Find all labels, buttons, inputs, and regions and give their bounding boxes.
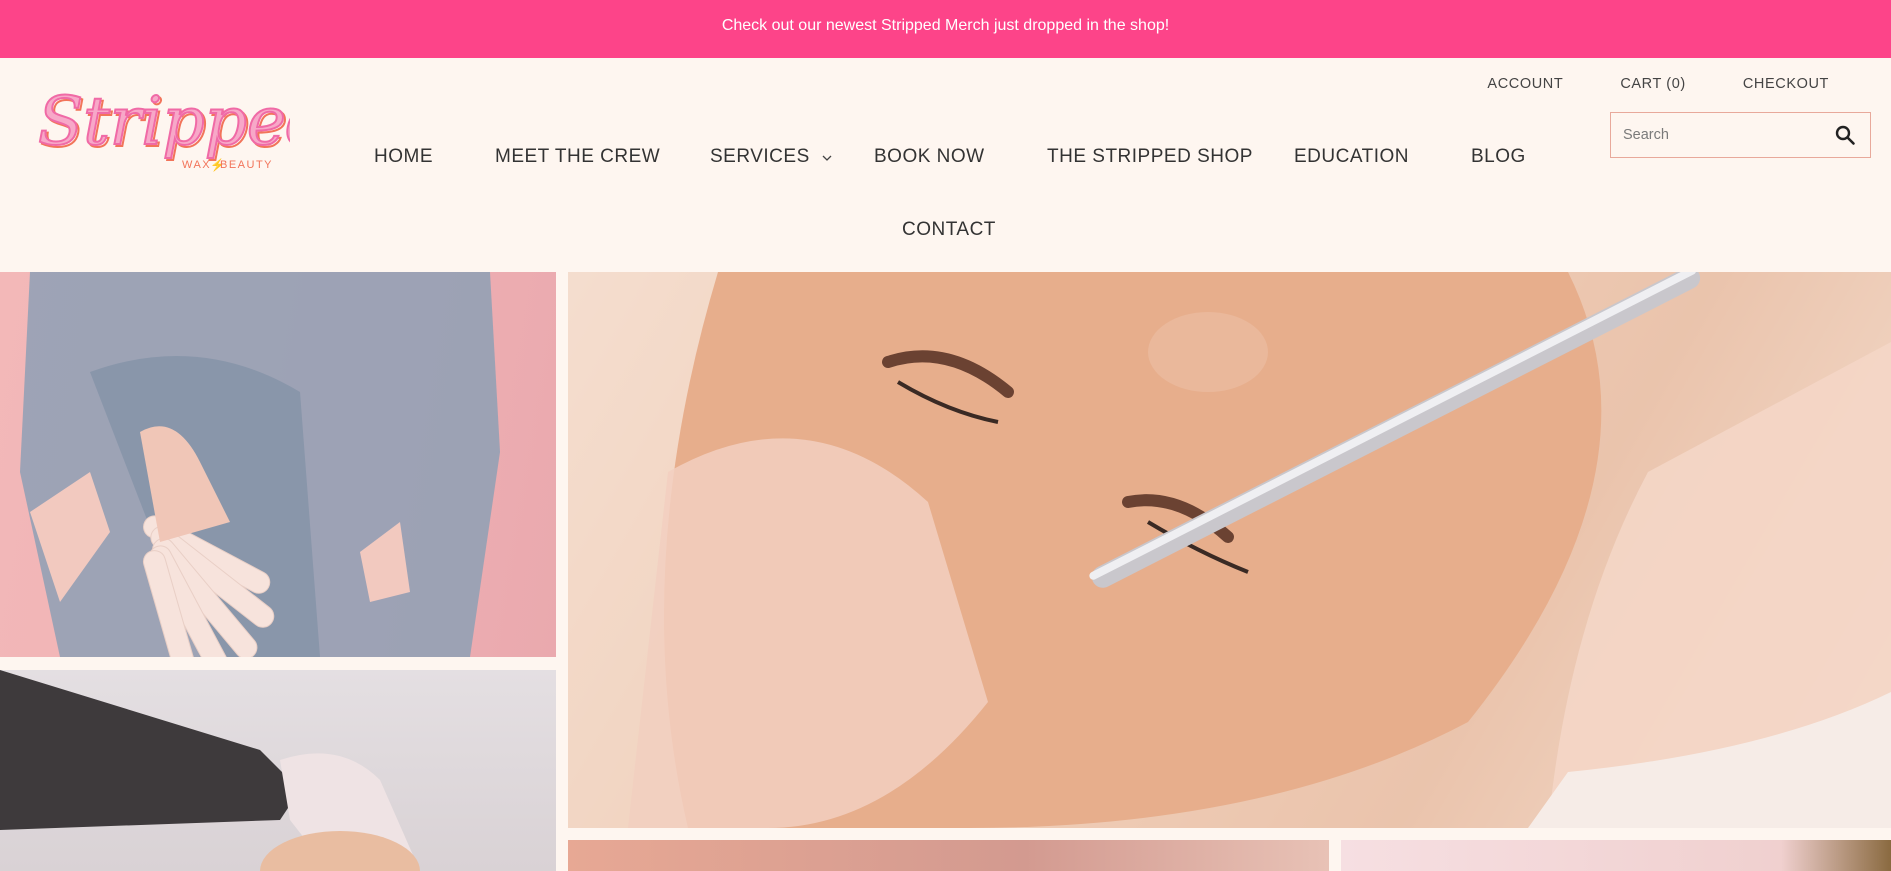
nav-education[interactable]: EDUCATION <box>1294 146 1409 168</box>
nav-contact[interactable]: CONTACT <box>902 219 996 241</box>
site-logo[interactable]: Stripped Stripped WAX ⚡ BEAUTY <box>34 80 331 188</box>
logo-tagline-beauty: BEAUTY <box>220 159 273 171</box>
account-link[interactable]: ACCOUNT <box>1487 76 1563 92</box>
cart-link[interactable]: CART (0) <box>1620 76 1686 92</box>
gallery-image-brow-treatment <box>568 272 1891 828</box>
nav-meet-the-crew[interactable]: MEET THE CREW <box>495 146 660 168</box>
gallery-image-bottom-left <box>568 840 1329 871</box>
logo-tagline-wax: WAX <box>182 159 211 171</box>
announcement-text[interactable]: Check out our newest Stripped Merch just… <box>722 17 1169 35</box>
search-icon[interactable] <box>1834 124 1856 146</box>
nav-services-label: SERVICES <box>710 146 810 168</box>
nav-services[interactable]: SERVICES <box>710 146 832 168</box>
chevron-down-icon <box>822 146 832 168</box>
logo-script-main: Stripped <box>38 83 290 160</box>
gallery-image-wax-sticks <box>0 272 556 657</box>
search-form <box>1610 112 1871 158</box>
utility-nav: ACCOUNT CART (0) CHECKOUT <box>1430 76 1829 92</box>
nav-book-now[interactable]: BOOK NOW <box>874 146 985 168</box>
search-input[interactable] <box>1611 113 1816 157</box>
nav-stripped-shop[interactable]: THE STRIPPED SHOP <box>1047 146 1253 168</box>
gallery-image-gloved-hand <box>0 670 556 871</box>
nav-home[interactable]: HOME <box>374 146 433 168</box>
gallery-image-bottom-right <box>1341 840 1891 871</box>
announcement-bar[interactable]: Check out our newest Stripped Merch just… <box>0 0 1891 58</box>
nav-blog[interactable]: BLOG <box>1471 146 1526 168</box>
checkout-link[interactable]: CHECKOUT <box>1743 76 1829 92</box>
